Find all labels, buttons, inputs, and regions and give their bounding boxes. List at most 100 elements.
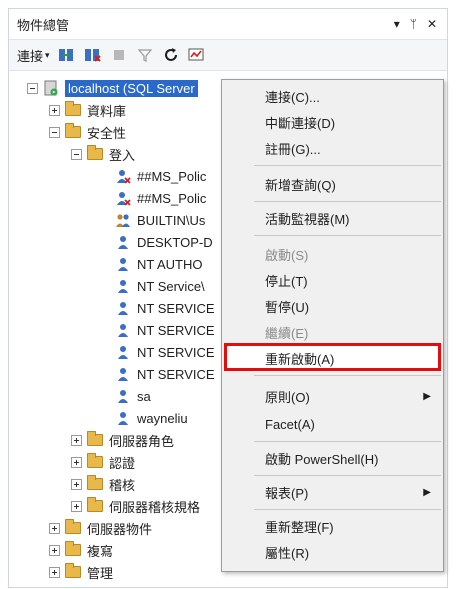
tree-node-replication[interactable]: 複寫	[49, 539, 113, 561]
node-label: 伺服器角色	[109, 433, 175, 449]
menu-label: 暫停(U)	[265, 299, 310, 315]
stop-icon[interactable]	[110, 46, 128, 64]
login-item[interactable]: DESKTOP-D	[115, 231, 213, 253]
menu-restart[interactable]: 重新啟動(A)	[222, 346, 443, 370]
login-item[interactable]: ##MS_Polic	[115, 187, 206, 209]
node-label: 伺服器稽核規格	[109, 499, 201, 515]
menu-separator	[254, 441, 441, 442]
menu-stop[interactable]: 停止(T)	[222, 268, 443, 292]
menu-activity-monitor[interactable]: 活動監視器(M)	[222, 206, 443, 230]
expand-icon[interactable]	[49, 104, 60, 116]
login-item[interactable]: NT SERVICE	[115, 297, 215, 319]
collapse-icon[interactable]	[71, 148, 82, 160]
login-label: NT SERVICE	[137, 300, 215, 316]
login-item[interactable]: NT SERVICE	[115, 319, 215, 341]
menu-separator	[254, 165, 441, 166]
login-item[interactable]: sa	[115, 385, 151, 407]
node-label: 管理	[87, 565, 114, 581]
login-label: NT AUTHO	[137, 256, 203, 272]
login-disabled-icon	[115, 168, 131, 184]
menu-powershell[interactable]: 啟動 PowerShell(H)	[222, 446, 443, 470]
login-label: DESKTOP-D	[137, 234, 213, 250]
login-item[interactable]: NT SERVICE	[115, 363, 215, 385]
tree-node-security[interactable]: 安全性	[49, 121, 126, 143]
menu-reports[interactable]: 報表(P) ▶	[222, 480, 443, 504]
login-item[interactable]: wayneliu	[115, 407, 188, 429]
login-item[interactable]: NT Service\	[115, 275, 205, 297]
expand-icon[interactable]	[49, 522, 60, 534]
panel-window-controls[interactable]: ▾ ᛘ ✕	[394, 17, 447, 31]
menu-label: 活動監視器(M)	[265, 211, 350, 227]
folder-icon	[87, 497, 103, 512]
expand-icon[interactable]	[49, 544, 60, 556]
menu-label: 重新啟動(A)	[265, 351, 335, 367]
menu-separator	[254, 475, 441, 476]
login-label: NT SERVICE	[137, 344, 215, 360]
dropdown-icon[interactable]: ▾	[394, 17, 400, 31]
node-label: 安全性	[87, 125, 127, 141]
activity-monitor-icon[interactable]	[188, 46, 206, 64]
object-explorer-toolbar: 連接 ▾	[9, 39, 447, 71]
menu-label: 繼續(E)	[265, 325, 309, 341]
user-icon	[115, 256, 131, 272]
tree-node-server-objects[interactable]: 伺服器物件	[49, 517, 152, 539]
menu-label: 原則(O)	[265, 389, 310, 405]
menu-refresh[interactable]: 重新整理(F)	[222, 514, 443, 538]
filter-icon[interactable]	[136, 46, 154, 64]
login-label: wayneliu	[137, 410, 188, 426]
expand-icon[interactable]	[71, 456, 82, 468]
close-icon[interactable]: ✕	[427, 17, 437, 31]
tree-node-audits[interactable]: 稽核	[71, 473, 135, 495]
node-label: 稽核	[109, 477, 136, 493]
tree-node-logins[interactable]: 登入	[71, 143, 135, 165]
menu-disconnect[interactable]: 中斷連接(D)	[222, 110, 443, 134]
login-item[interactable]: BUILTIN\Us	[115, 209, 205, 231]
disconnect-icon[interactable]	[84, 46, 102, 64]
menu-start[interactable]: 啟動(S)	[222, 242, 443, 266]
menu-new-query[interactable]: 新增查詢(Q)	[222, 172, 443, 196]
menu-separator	[254, 509, 441, 510]
folder-icon	[65, 519, 81, 534]
menu-pause[interactable]: 暫停(U)	[222, 294, 443, 318]
tree-node-server-roles[interactable]: 伺服器角色	[71, 429, 174, 451]
server-label: localhost (SQL Server	[65, 79, 198, 97]
login-label: sa	[137, 388, 151, 404]
menu-resume[interactable]: 繼續(E)	[222, 320, 443, 344]
menu-facets[interactable]: Facet(A)	[222, 412, 443, 436]
folder-icon	[65, 123, 81, 138]
menu-label: 註冊(G)...	[265, 141, 321, 157]
login-item[interactable]: NT AUTHO	[115, 253, 203, 275]
tree-node-management[interactable]: 管理	[49, 561, 113, 583]
menu-label: Facet(A)	[265, 416, 315, 432]
node-label: 資料庫	[87, 103, 127, 119]
menu-properties[interactable]: 屬性(R)	[222, 540, 443, 564]
submenu-arrow-icon: ▶	[423, 486, 431, 498]
expand-icon[interactable]	[71, 478, 82, 490]
collapse-icon[interactable]	[49, 126, 60, 138]
user-icon	[115, 322, 131, 338]
menu-register[interactable]: 註冊(G)...	[222, 136, 443, 160]
user-icon	[115, 300, 131, 316]
tree-node-audit-specs[interactable]: 伺服器稽核規格	[71, 495, 200, 517]
node-label: 伺服器物件	[87, 521, 153, 537]
refresh-icon[interactable]	[162, 46, 180, 64]
login-item[interactable]: ##MS_Polic	[115, 165, 206, 187]
tree-node-server[interactable]: localhost (SQL Server	[27, 77, 198, 99]
tree-node-databases[interactable]: 資料庫	[49, 99, 126, 121]
folder-icon	[87, 453, 103, 468]
connect-server-icon[interactable]	[58, 46, 76, 64]
tree-node-credentials[interactable]: 認證	[71, 451, 135, 473]
menu-label: 連接(C)...	[265, 89, 320, 105]
expand-icon[interactable]	[71, 500, 82, 512]
menu-connect[interactable]: 連接(C)...	[222, 84, 443, 108]
collapse-icon[interactable]	[27, 82, 38, 94]
menu-label: 啟動(S)	[265, 247, 309, 263]
folder-icon	[87, 431, 103, 446]
expand-icon[interactable]	[49, 566, 60, 578]
pin-icon[interactable]: ᛘ	[410, 17, 417, 31]
expand-icon[interactable]	[71, 434, 82, 446]
menu-policies[interactable]: 原則(O) ▶	[222, 384, 443, 408]
connect-button[interactable]: 連接 ▾	[17, 46, 50, 65]
folder-icon	[65, 541, 81, 556]
login-item[interactable]: NT SERVICE	[115, 341, 215, 363]
